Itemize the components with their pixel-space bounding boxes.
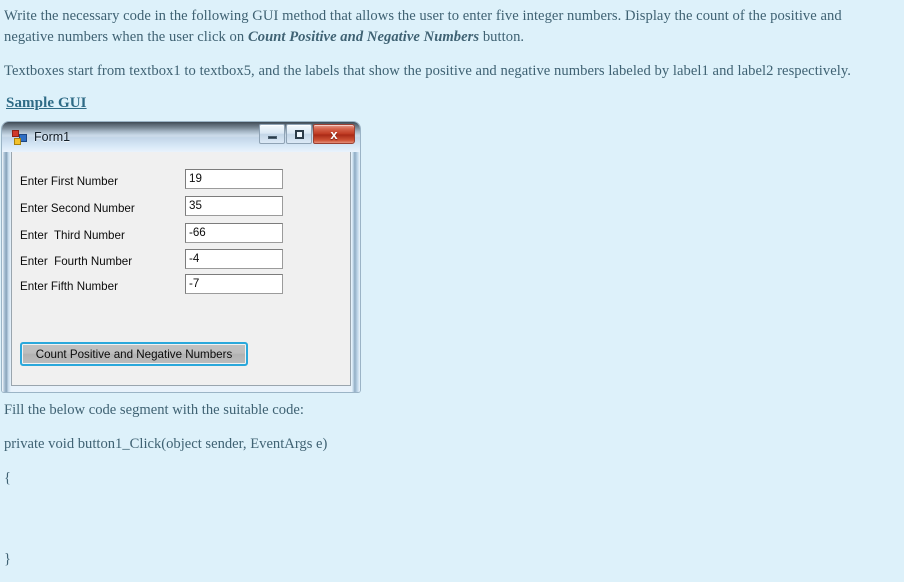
minimize-icon — [267, 135, 277, 139]
label-third-number-text: Enter Third Number — [20, 228, 125, 242]
textbox4[interactable]: -4 — [185, 249, 283, 269]
question-emphasis-button-name: Count Positive and Negative Numbers — [247, 29, 480, 45]
window-title: Form1 — [34, 130, 71, 144]
close-icon: x — [330, 126, 338, 142]
textbox3[interactable]: -66 — [185, 223, 283, 243]
window-title-bar[interactable]: Form1 x — [2, 122, 360, 152]
label-fourth-number: Enter Fourth Number — [20, 250, 132, 272]
textbox5-value: -7 — [189, 277, 200, 291]
close-brace: } — [4, 551, 12, 567]
answer-section: Fill the below code segment with the sui… — [0, 394, 904, 570]
label-third-number: Enter Third Number — [20, 224, 125, 246]
question-paragraph-1: Write the necessary code in the followin… — [4, 6, 886, 48]
textbox1-value: 19 — [189, 172, 202, 186]
code-answer-space — [4, 497, 904, 549]
textbox1[interactable]: 19 — [185, 169, 283, 189]
textbox2[interactable]: 35 — [185, 196, 283, 216]
count-positive-negative-button-label: Count Positive and Negative Numbers — [35, 347, 233, 361]
answer-prompt: Fill the below code segment with the sui… — [4, 402, 304, 418]
label-first-number-text: Enter First Number — [20, 174, 118, 188]
open-brace: { — [4, 470, 12, 486]
form-client-area: Enter First Number 19 Enter Second Numbe… — [11, 152, 351, 386]
window-frame-right — [351, 122, 360, 392]
label-second-number: Enter Second Number — [20, 197, 135, 219]
textbox3-value: -66 — [189, 226, 206, 240]
minimize-button[interactable] — [259, 124, 285, 144]
label-first-number: Enter First Number — [20, 170, 118, 192]
window-frame-left — [2, 122, 11, 392]
count-positive-negative-button[interactable]: Count Positive and Negative Numbers — [20, 342, 248, 366]
maximize-icon — [294, 129, 304, 139]
sample-gui-heading: Sample GUI — [6, 95, 87, 111]
maximize-button[interactable] — [286, 124, 312, 144]
close-button[interactable]: x — [313, 124, 355, 144]
question-prose: Write the necessary code in the followin… — [0, 0, 904, 122]
sample-gui-screenshot: Form1 x Enter First Number 19 Enter Seco… — [2, 122, 362, 394]
label-fifth-number: Enter Fifth Number — [20, 275, 118, 297]
textbox4-value: -4 — [189, 252, 200, 266]
form-window: Form1 x Enter First Number 19 Enter Seco… — [2, 122, 360, 392]
label-fourth-number-text: Enter Fourth Number — [20, 254, 133, 268]
winforms-app-icon — [12, 129, 27, 145]
method-signature: private void button1_Click(object sender… — [4, 436, 328, 452]
textbox5[interactable]: -7 — [185, 274, 283, 294]
question-paragraph-2: Textboxes start from textbox1 to textbox… — [4, 63, 851, 79]
label-second-number-text: Enter Second Number — [20, 201, 135, 215]
window-controls: x — [259, 124, 355, 144]
question-paragraph-1-text-after: button. — [479, 29, 525, 45]
textbox2-value: 35 — [189, 199, 202, 213]
label-fifth-number-text: Enter Fifth Number — [20, 279, 118, 293]
